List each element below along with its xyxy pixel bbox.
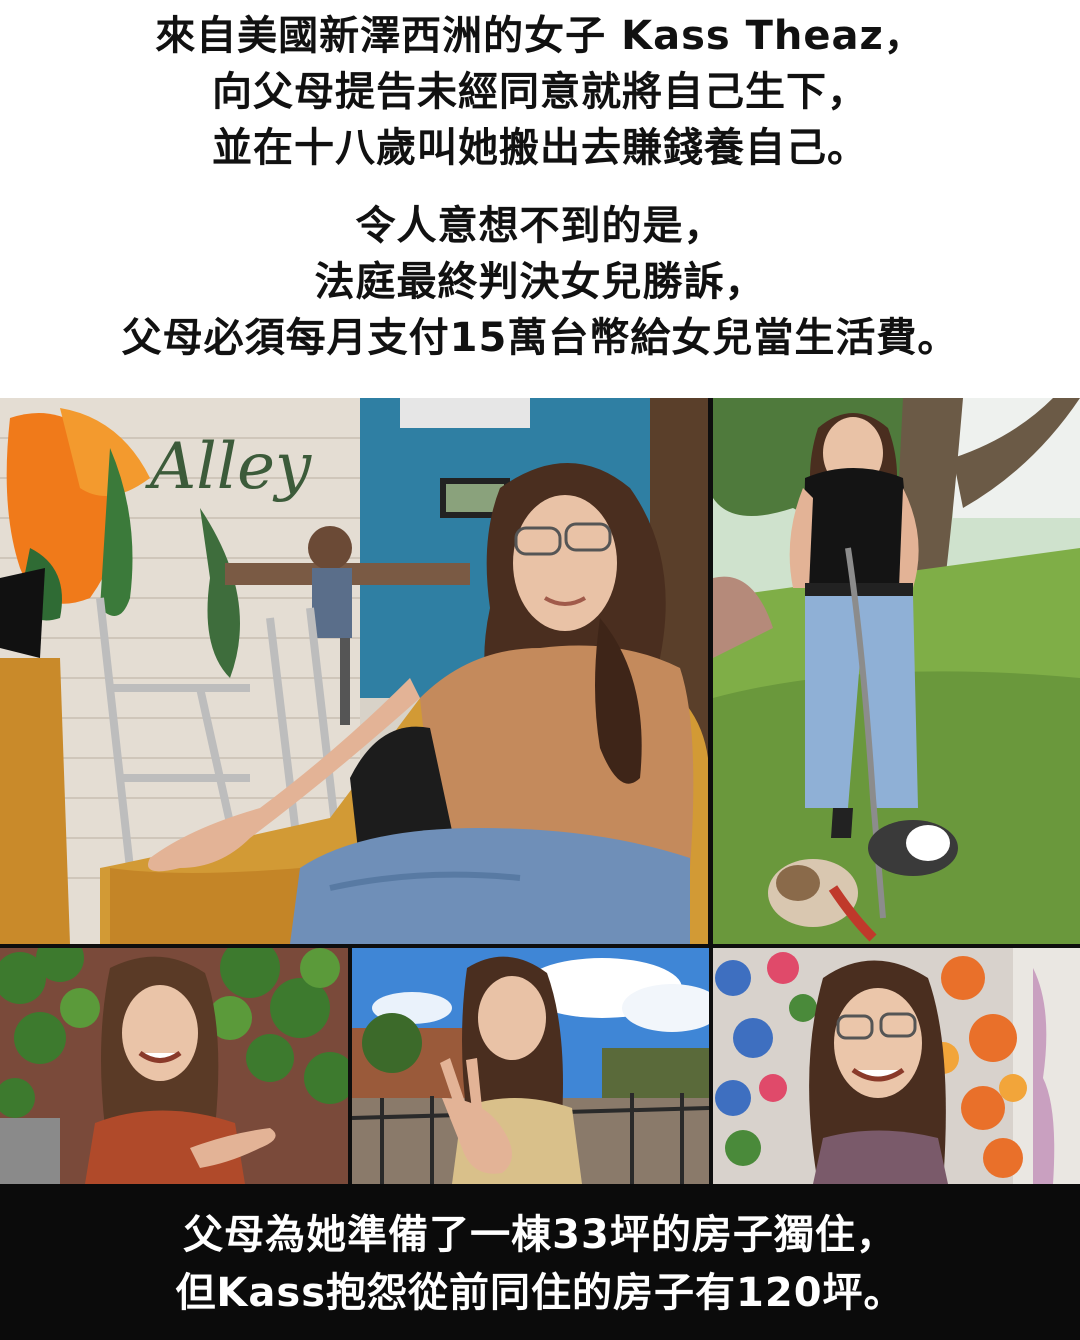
photo-ivy-laughing bbox=[0, 948, 348, 1184]
header-line: 父母必須每月支付15萬台幣給女兒當生活費。 bbox=[121, 315, 959, 361]
photo-walking-dogs bbox=[713, 398, 1080, 944]
cafe-sign-text: Alley bbox=[145, 430, 312, 504]
photo-cafe-seated: Alley bbox=[0, 398, 708, 944]
header-text-area: 來自美國新澤西洲的女子 Kass Theaz， 向父母提告未經同意就將自己生下，… bbox=[0, 0, 1080, 398]
header-line: 令人意想不到的是， bbox=[355, 203, 725, 249]
header-line: 並在十八歲叫她搬出去賺錢養自己。 bbox=[212, 125, 868, 171]
header-paragraph-1: 來自美國新澤西洲的女子 Kass Theaz， 向父母提告未經同意就將自己生下，… bbox=[0, 8, 1080, 176]
caption-line: 父母為她準備了一棟33坪的房子獨住， bbox=[183, 1212, 897, 1258]
photo-collage: Alley bbox=[0, 398, 1080, 1184]
header-line: 向父母提告未經同意就將自己生下， bbox=[212, 69, 868, 115]
header-line: 法庭最終判決女兒勝訴， bbox=[314, 259, 766, 305]
photo-peace-sign bbox=[352, 948, 709, 1184]
header-line: 來自美國新澤西洲的女子 Kass Theaz， bbox=[155, 13, 925, 59]
caption-line: 但Kass抱怨從前同住的房子有120坪。 bbox=[175, 1270, 905, 1316]
header-paragraph-2: 令人意想不到的是， 法庭最終判決女兒勝訴， 父母必須每月支付15萬台幣給女兒當生… bbox=[0, 198, 1080, 366]
post-page: 來自美國新澤西洲的女子 Kass Theaz， 向父母提告未經同意就將自己生下，… bbox=[0, 0, 1080, 1340]
photo-flower-wall bbox=[713, 948, 1080, 1184]
bottom-caption: 父母為她準備了一棟33坪的房子獨住， 但Kass抱怨從前同住的房子有120坪。 bbox=[0, 1184, 1080, 1340]
